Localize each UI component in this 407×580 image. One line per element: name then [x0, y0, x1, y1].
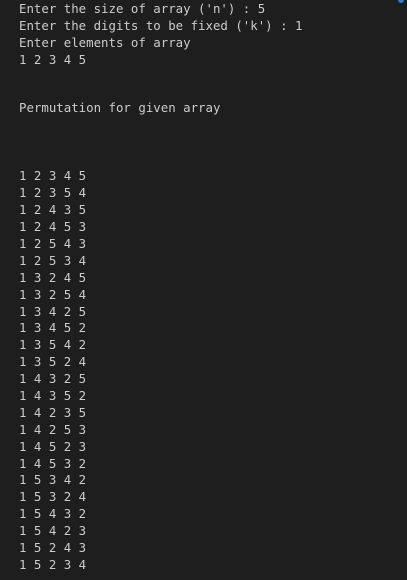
permutation-row: 1 4 2 3 5 [19, 404, 87, 420]
permutation-row: 1 3 4 2 5 [19, 303, 87, 319]
permutation-row: 1 2 5 4 3 [19, 236, 87, 252]
permutation-row: 1 2 4 3 5 [19, 202, 87, 218]
permutation-row: 1 3 2 4 5 [19, 269, 87, 285]
permutation-row: 1 2 3 4 5 [19, 168, 87, 184]
permutation-row: 1 3 5 2 4 [19, 354, 87, 370]
permutation-heading: Permutation for given array [19, 99, 221, 115]
permutation-row: 1 2 5 3 4 [19, 252, 87, 268]
size-prompt-line: Enter the size of array ('n') : 5 [19, 1, 266, 16]
permutation-row: 1 5 3 4 2 [19, 472, 87, 488]
permutation-list: 1 2 3 4 51 2 3 5 41 2 4 3 51 2 4 5 31 2 … [19, 168, 407, 573]
blank-spacer [19, 116, 407, 168]
permutation-row: 1 5 2 3 4 [19, 556, 87, 572]
permutation-row: 1 3 5 4 2 [19, 337, 87, 353]
blank-spacer [19, 69, 407, 100]
permutation-row: 1 5 4 2 3 [19, 523, 87, 539]
elements-prompt-line: Enter elements of array [19, 34, 191, 50]
permutation-row: 1 4 5 3 2 [19, 455, 87, 471]
permutation-row: 1 3 2 5 4 [19, 286, 87, 302]
permutation-row: 1 4 3 5 2 [19, 388, 87, 404]
permutation-row: 1 2 3 5 4 [19, 185, 87, 201]
input-array-line: 1 2 3 4 5 [19, 51, 87, 67]
permutation-row: 1 4 3 2 5 [19, 371, 87, 387]
permutation-row: 1 3 4 5 2 [19, 320, 87, 336]
permutation-row: 1 5 3 2 4 [19, 489, 87, 505]
permutation-row: 1 5 4 3 2 [19, 506, 87, 522]
terminal-output[interactable]: Enter the size of array ('n') : 5 Enter … [0, 0, 407, 580]
permutation-row: 1 2 4 5 3 [19, 219, 87, 235]
digits-prompt-line: Enter the digits to be fixed ('k') : 1 [19, 17, 303, 33]
permutation-row: 1 4 5 2 3 [19, 438, 87, 454]
permutation-row: 1 4 2 5 3 [19, 421, 87, 437]
permutation-row: 1 5 2 4 3 [19, 540, 87, 556]
